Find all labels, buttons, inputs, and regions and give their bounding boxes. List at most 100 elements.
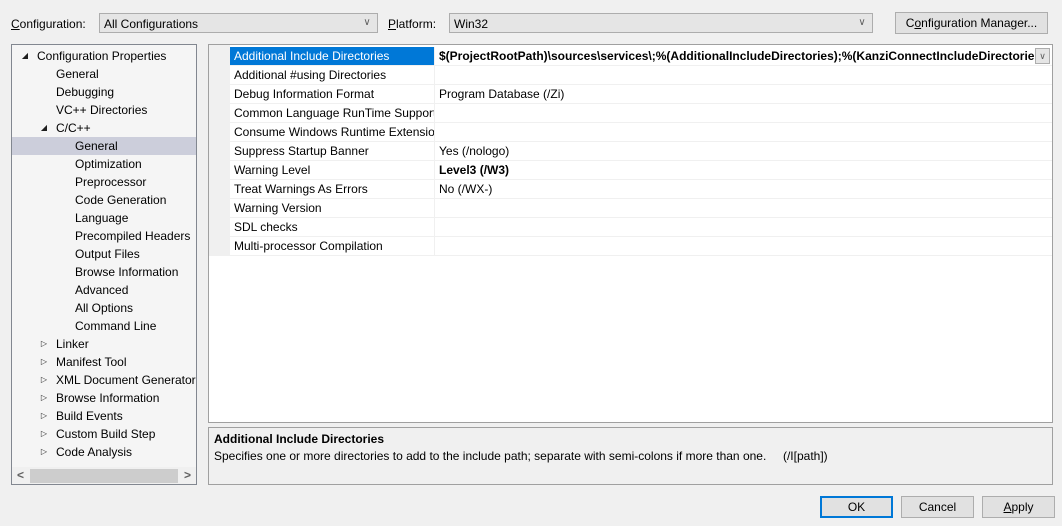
tree-item[interactable]: Code Generation xyxy=(12,191,196,209)
tree-item[interactable]: VC++ Directories xyxy=(12,101,196,119)
tree-item[interactable]: General xyxy=(12,65,196,83)
property-value[interactable]: No (/WX-) xyxy=(436,180,1052,198)
apply-button[interactable]: Apply xyxy=(982,496,1055,518)
collapsed-arrow-icon[interactable]: ▷ xyxy=(39,371,49,389)
scroll-right-icon[interactable]: > xyxy=(179,467,196,484)
property-row[interactable]: Warning Version xyxy=(230,199,1052,218)
platform-value: Win32 xyxy=(454,17,489,31)
property-value[interactable] xyxy=(436,218,1052,236)
tree-item[interactable]: ◢ Configuration Properties xyxy=(12,47,196,65)
tree-item-label: Preprocessor xyxy=(75,175,147,189)
property-row[interactable]: Additional #using Directories xyxy=(230,66,1052,85)
property-row[interactable]: Warning Level Level3 (/W3) xyxy=(230,161,1052,180)
ok-button[interactable]: OK xyxy=(820,496,893,518)
property-row[interactable]: Consume Windows Runtime Extension xyxy=(230,123,1052,142)
tree-item[interactable]: Command Line xyxy=(12,317,196,335)
scrollbar-thumb[interactable] xyxy=(30,469,178,483)
tree-item[interactable]: All Options xyxy=(12,299,196,317)
property-value[interactable] xyxy=(436,237,1052,255)
tree-item[interactable]: ▷ Browse Information xyxy=(12,389,196,407)
tree-item[interactable]: Browse Information xyxy=(12,263,196,281)
property-row[interactable]: Suppress Startup Banner Yes (/nologo) xyxy=(230,142,1052,161)
tree-item[interactable]: ▷ Build Events xyxy=(12,407,196,425)
scroll-left-icon[interactable]: < xyxy=(12,467,29,484)
tree-item-label: Output Files xyxy=(75,247,140,261)
chevron-down-icon: ∨ xyxy=(858,17,866,28)
property-value[interactable]: Program Database (/Zi) xyxy=(436,85,1052,103)
collapsed-arrow-icon[interactable]: ▷ xyxy=(39,389,49,407)
property-name[interactable]: Treat Warnings As Errors xyxy=(230,180,435,198)
property-tree[interactable]: ◢ Configuration Properties General Debuggin… xyxy=(11,44,197,485)
tree-item[interactable]: Optimization xyxy=(12,155,196,173)
description-text: Specifies one or more directories to add… xyxy=(214,449,828,463)
grid-gutter xyxy=(209,45,230,256)
tree-item[interactable]: ▷ Code Analysis xyxy=(12,443,196,461)
property-value[interactable] xyxy=(436,66,1052,84)
tree-item[interactable]: Precompiled Headers xyxy=(12,227,196,245)
configuration-dropdown[interactable]: All Configurations ∨ xyxy=(99,13,378,33)
property-row[interactable]: Multi-processor Compilation xyxy=(230,237,1052,256)
collapsed-arrow-icon[interactable]: ▷ xyxy=(39,353,49,371)
configuration-label: Configuration: xyxy=(11,17,86,31)
tree-item[interactable]: ▷ Manifest Tool xyxy=(12,353,196,371)
tree-item[interactable]: ▷ Custom Build Step xyxy=(12,425,196,443)
property-name[interactable]: Common Language RunTime Support xyxy=(230,104,435,122)
property-value[interactable] xyxy=(436,104,1052,122)
property-row[interactable]: Common Language RunTime Support xyxy=(230,104,1052,123)
platform-label: Platform: xyxy=(388,17,437,31)
property-value[interactable]: Level3 (/W3) xyxy=(436,161,1052,179)
tree-item[interactable]: General xyxy=(12,137,196,155)
platform-dropdown[interactable]: Win32 ∨ xyxy=(449,13,873,33)
cancel-button[interactable]: Cancel xyxy=(901,496,974,518)
tree-item[interactable]: ▷ XML Document Generator xyxy=(12,371,196,389)
chevron-down-icon: ∨ xyxy=(363,17,371,28)
property-value[interactable] xyxy=(436,123,1052,141)
property-name[interactable]: Suppress Startup Banner xyxy=(230,142,435,160)
tree-item-label: Language xyxy=(75,211,129,225)
property-row[interactable]: Treat Warnings As Errors No (/WX-) xyxy=(230,180,1052,199)
collapsed-arrow-icon[interactable]: ▷ xyxy=(39,335,49,353)
property-row[interactable]: Debug Information Format Program Database… xyxy=(230,85,1052,104)
description-title: Additional Include Directories xyxy=(214,432,385,446)
property-name[interactable]: Consume Windows Runtime Extension xyxy=(230,123,435,141)
tree-item-label: Configuration Properties xyxy=(37,49,167,63)
property-row[interactable]: Additional Include Directories $(ProjectR… xyxy=(230,47,1052,66)
collapsed-arrow-icon[interactable]: ▷ xyxy=(39,407,49,425)
expanded-arrow-icon[interactable]: ◢ xyxy=(20,47,30,65)
property-value[interactable]: $(ProjectRootPath)\sources\services\;%(A… xyxy=(436,47,1052,65)
property-name[interactable]: Additional Include Directories xyxy=(230,47,435,65)
description-panel: Additional Include Directories Specifies… xyxy=(208,427,1053,485)
tree-item[interactable]: ◢ C/C++ xyxy=(12,119,196,137)
property-name[interactable]: Multi-processor Compilation xyxy=(230,237,435,255)
expanded-arrow-icon[interactable]: ◢ xyxy=(39,119,49,137)
tree-item-label: Manifest Tool xyxy=(56,355,127,369)
tree-item-label: Browse Information xyxy=(75,265,179,279)
value-dropdown-button[interactable]: ∨ xyxy=(1035,48,1050,64)
property-name[interactable]: Warning Version xyxy=(230,199,435,217)
property-name[interactable]: Warning Level xyxy=(230,161,435,179)
configuration-value: All Configurations xyxy=(104,17,199,31)
property-value[interactable]: Yes (/nologo) xyxy=(436,142,1052,160)
property-row[interactable]: SDL checks xyxy=(230,218,1052,237)
property-grid[interactable]: Additional Include Directories $(ProjectR… xyxy=(208,44,1053,423)
property-name[interactable]: Additional #using Directories xyxy=(230,66,435,84)
tree-item-label: Linker xyxy=(56,337,89,351)
tree-item[interactable]: Preprocessor xyxy=(12,173,196,191)
tree-item-label: Custom Build Step xyxy=(56,427,156,441)
tree-item-label: Optimization xyxy=(75,157,142,171)
tree-item[interactable]: Advanced xyxy=(12,281,196,299)
property-name[interactable]: Debug Information Format xyxy=(230,85,435,103)
tree-item[interactable]: Debugging xyxy=(12,83,196,101)
property-value[interactable] xyxy=(436,199,1052,217)
horizontal-scrollbar[interactable]: < > xyxy=(12,467,196,484)
tree-item-label: XML Document Generator xyxy=(56,373,196,387)
tree-item-label: Command Line xyxy=(75,319,157,333)
property-name[interactable]: SDL checks xyxy=(230,218,435,236)
tree-item[interactable]: Language xyxy=(12,209,196,227)
tree-item[interactable]: ▷ Linker xyxy=(12,335,196,353)
tree-item[interactable]: Output Files xyxy=(12,245,196,263)
collapsed-arrow-icon[interactable]: ▷ xyxy=(39,425,49,443)
configuration-manager-button[interactable]: Configuration Manager... xyxy=(895,12,1048,34)
tree-item-label: Advanced xyxy=(75,283,129,297)
collapsed-arrow-icon[interactable]: ▷ xyxy=(39,443,49,461)
